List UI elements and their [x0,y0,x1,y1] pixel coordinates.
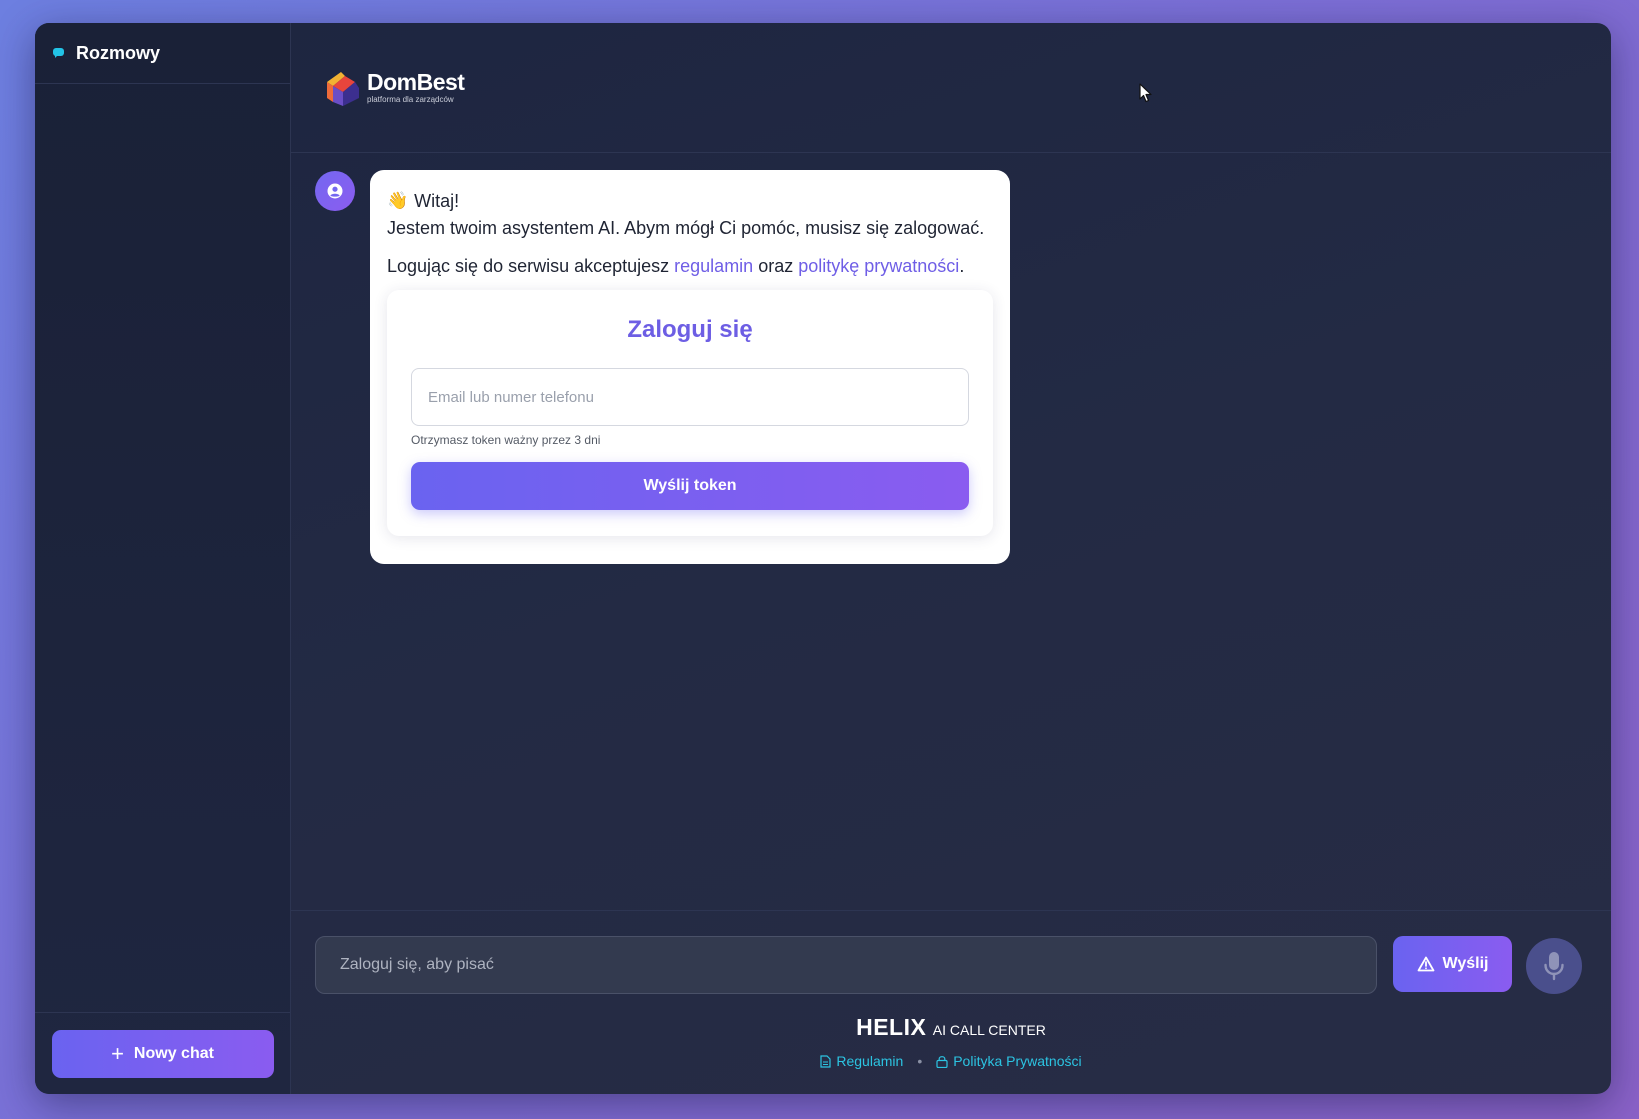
logo-subtitle: platforma dla zarządców [367,95,454,104]
intro-text: Jestem twoim asystentem AI. Abym mógł Ci… [387,218,985,238]
new-chat-button[interactable]: + Nowy chat [51,1029,274,1078]
privacy-link[interactable]: politykę prywatności [798,256,959,276]
separator-dot: • [917,1053,923,1069]
dombest-logo-icon [327,71,359,106]
brand-name: HELIX [856,1014,927,1040]
terms-middle: oraz [753,256,799,276]
microphone-button[interactable] [1526,938,1582,994]
login-card: Zaloguj się Otrzymasz token ważny przez … [387,290,993,536]
sidebar-footer: + Nowy chat [35,1012,290,1094]
main-panel: DomBest platforma dla zarządców 👋 Witaj!… [291,23,1611,1094]
brand-subtitle: AI CALL CENTER [932,1022,1046,1038]
top-header: DomBest platforma dla zarządców [291,23,1611,153]
app-window: Rozmowy + Nowy chat DomBest platforma dl… [35,23,1611,1094]
document-icon [820,1054,831,1068]
dombest-logo[interactable]: DomBest platforma dla zarządców [323,68,465,108]
terms-prefix: Logując się do serwisu akceptujesz [387,256,675,276]
send-label: Wyślij [1442,955,1489,972]
helix-brand: HELIX AI CALL CENTER [291,1014,1611,1041]
terms-text: Logując się do serwisu akceptujesz regul… [387,256,993,277]
waving-hand-icon: 👋 [387,191,409,210]
send-token-button[interactable]: Wyślij token [411,462,969,510]
send-button[interactable]: Wyślij [1393,936,1512,992]
assistant-avatar [315,171,355,211]
mouse-cursor-icon [1139,83,1152,103]
greeting-line: 👋 Witaj! [387,190,993,212]
microphone-icon [1544,952,1564,981]
terms-suffix: . [959,256,965,276]
conversation-list [35,84,290,1012]
plus-icon: + [111,1040,124,1066]
sidebar: Rozmowy + Nowy chat [35,23,291,1094]
email-field[interactable] [411,368,969,426]
token-hint: Otrzymasz token ważny przez 3 dni [411,433,601,447]
lock-icon [936,1055,948,1068]
footer-privacy-label: Polityka Prywatności [953,1053,1082,1069]
footer-links: Regulamin • Polityka Prywatności [291,1053,1611,1069]
user-circle-icon [327,183,343,199]
new-chat-label: Nowy chat [133,1044,214,1062]
message-input[interactable] [315,936,1377,994]
footer-terms-link[interactable]: Regulamin [820,1053,903,1069]
composer-area: Wyślij HELIX AI CALL CENTER [291,910,1611,1094]
chat-bubble-icon [53,48,64,58]
footer-privacy-link[interactable]: Polityka Prywatności [936,1053,1082,1069]
greeting-text: Witaj! [414,190,460,211]
sidebar-title: Rozmowy [76,42,161,63]
send-triangle-icon [1417,956,1434,972]
login-title: Zaloguj się [627,316,753,343]
footer-terms-label: Regulamin [836,1053,904,1069]
terms-link[interactable]: regulamin [674,256,753,276]
sidebar-header: Rozmowy [35,23,290,84]
assistant-message: 👋 Witaj! Jestem twoim asystentem AI. Aby… [370,170,1010,564]
logo-name: DomBest [367,69,465,95]
chat-area: 👋 Witaj! Jestem twoim asystentem AI. Aby… [291,153,1611,910]
